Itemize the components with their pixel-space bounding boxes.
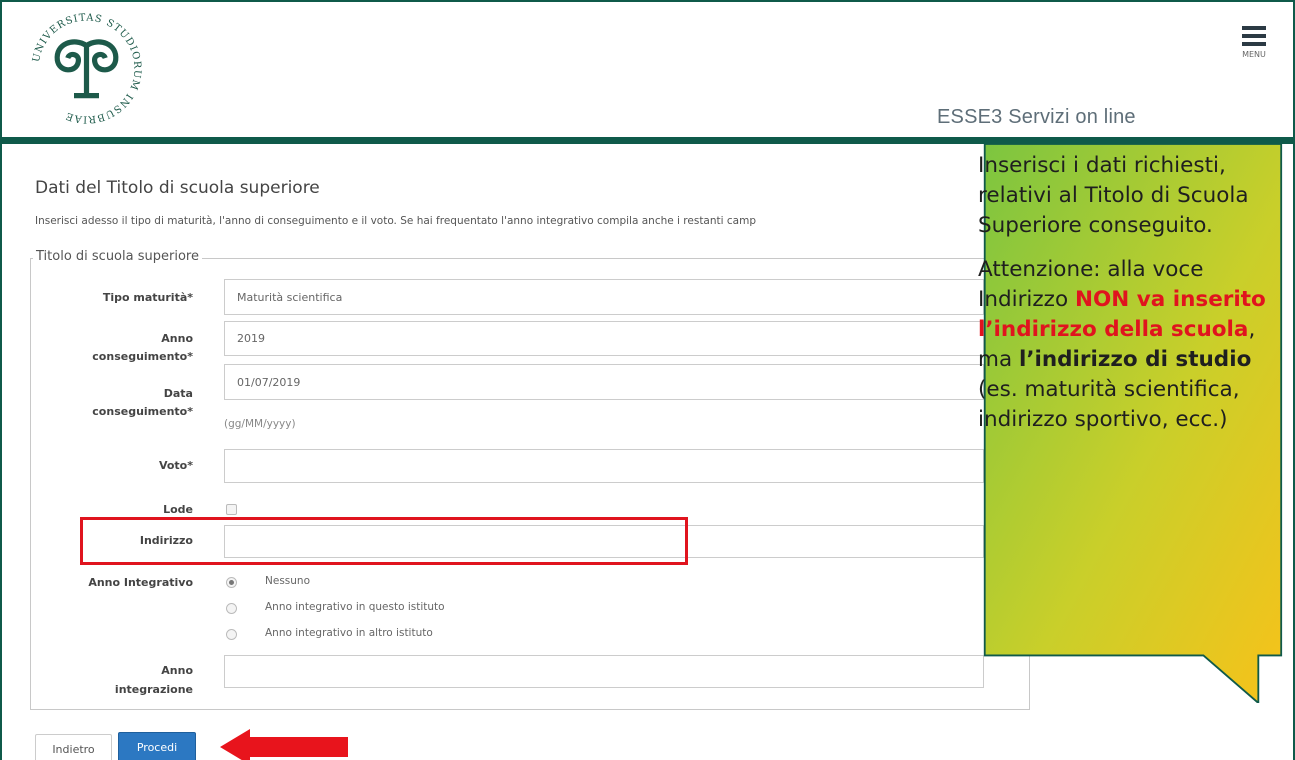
menu-label: MENU bbox=[1242, 50, 1266, 59]
anno-conseguimento-label-2: conseguimento* bbox=[92, 350, 193, 363]
university-logo: UNIVERSITAS STUDIORUM INSUBRIAE bbox=[31, 12, 142, 124]
lode-checkbox[interactable] bbox=[226, 504, 237, 515]
data-conseguimento-label-1: Data bbox=[163, 387, 193, 400]
tipo-maturita-label: Tipo maturità* bbox=[102, 291, 193, 304]
data-conseguimento-input[interactable]: 01/07/2019 bbox=[224, 364, 984, 400]
anno-integrativo-label: Anno Integrativo bbox=[88, 576, 193, 589]
anno-integrazione-input[interactable] bbox=[224, 655, 984, 688]
intro-text: Inserisci adesso il tipo di maturità, l'… bbox=[35, 215, 756, 227]
date-format-hint: (gg/MM/yyyy) bbox=[224, 418, 296, 430]
tipo-maturita-field[interactable]: Maturità scientifica bbox=[224, 279, 984, 315]
callout-paragraph-1: Inserisci i dati richiesti, relativi al … bbox=[978, 153, 1249, 238]
radio-questo-istituto[interactable] bbox=[226, 603, 237, 614]
menu-button[interactable]: MENU bbox=[1238, 26, 1270, 70]
callout-text: Inserisci i dati richiesti, relativi al … bbox=[978, 151, 1295, 449]
page-title: Dati del Titolo di scuola superiore bbox=[35, 178, 320, 198]
voto-label: Voto* bbox=[158, 459, 193, 472]
radio-altro-istituto-label: Anno integrativo in altro istituto bbox=[265, 627, 433, 639]
header: UNIVERSITAS STUDIORUM INSUBRIAE MENU ESS… bbox=[2, 2, 1293, 137]
proceed-button[interactable]: Procedi bbox=[118, 732, 196, 760]
anno-integrazione-label-2: integrazione bbox=[114, 683, 193, 696]
anno-conseguimento-input[interactable]: 2019 bbox=[224, 321, 984, 356]
anno-conseguimento-label-1: Anno bbox=[161, 332, 193, 345]
service-title: ESSE3 Servizi on line bbox=[937, 106, 1136, 128]
radio-questo-istituto-label: Anno integrativo in questo istituto bbox=[265, 601, 445, 613]
radio-nessuno[interactable] bbox=[226, 577, 237, 588]
left-arrow-icon bbox=[220, 729, 348, 760]
radio-nessuno-label: Nessuno bbox=[265, 575, 310, 587]
back-button[interactable]: Indietro bbox=[35, 734, 112, 760]
fieldset-legend: Titolo di scuola superiore bbox=[33, 249, 202, 264]
radio-altro-istituto[interactable] bbox=[226, 629, 237, 640]
voto-input[interactable] bbox=[224, 449, 984, 483]
data-conseguimento-label-2: conseguimento* bbox=[92, 405, 193, 418]
callout-emphasis-text: l’indirizzo di studio bbox=[1018, 347, 1252, 372]
indirizzo-highlight-box bbox=[80, 517, 688, 565]
hamburger-icon bbox=[1238, 26, 1270, 46]
callout-text-c: (es. maturità scientifica, indirizzo spo… bbox=[978, 377, 1240, 432]
anno-integrazione-label-1: Anno bbox=[161, 664, 193, 677]
callout-paragraph-2: Attenzione: alla voce Indirizzo NON va i… bbox=[978, 255, 1295, 435]
